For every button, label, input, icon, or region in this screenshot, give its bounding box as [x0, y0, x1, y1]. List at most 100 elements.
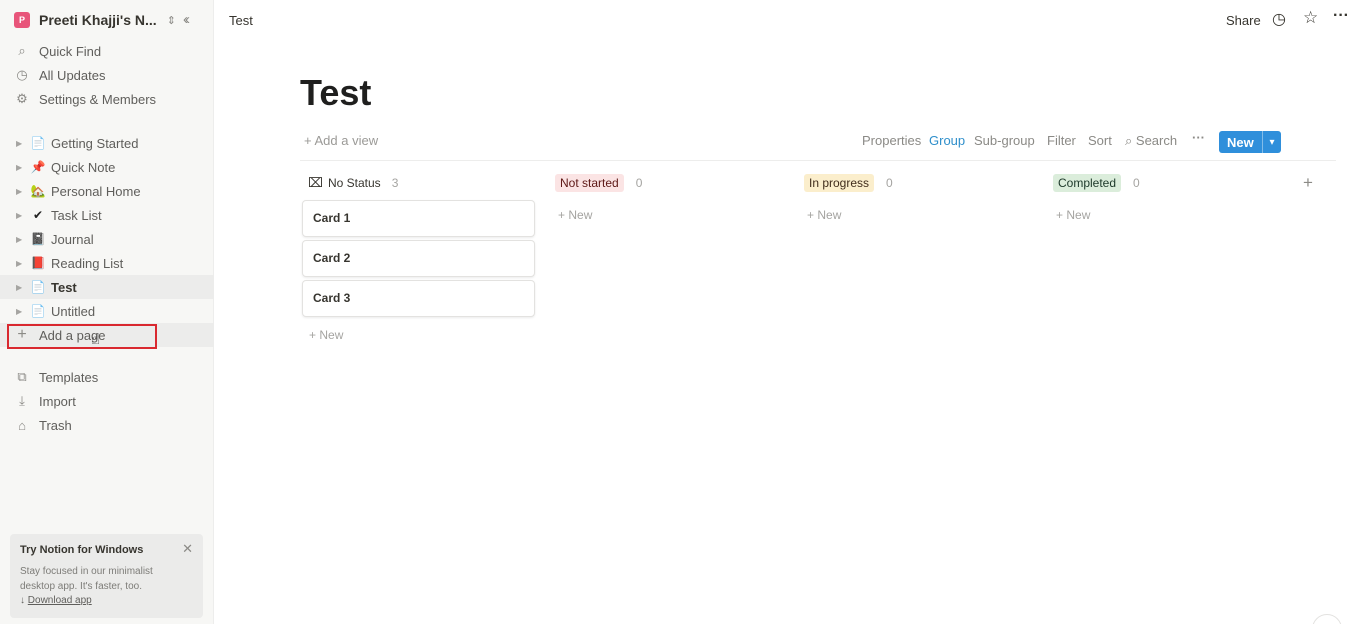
column-header-not-started[interactable]: Not started 0	[555, 174, 642, 192]
expand-triangle-icon[interactable]: ▶	[16, 259, 26, 268]
sidebar-item-settings[interactable]: ⚙ Settings & Members	[0, 87, 214, 111]
hand-cursor-icon: ☝	[91, 331, 101, 348]
status-badge: Completed	[1053, 174, 1122, 192]
expand-triangle-icon[interactable]: ▶	[16, 211, 26, 220]
sidebar-page-quick-note[interactable]: ▶ 📌 Quick Note	[0, 155, 214, 179]
share-button[interactable]: Share	[1226, 13, 1261, 28]
breadcrumb[interactable]: Test	[229, 13, 253, 28]
new-card-button-no-status[interactable]: + New	[309, 328, 343, 342]
pushpin-icon: 📌	[30, 160, 46, 174]
new-card-button-not-started[interactable]: + New	[558, 208, 592, 222]
collapse-sidebar-icon[interactable]: ‹‹	[183, 11, 190, 28]
arrow-down-icon: ↓	[20, 595, 25, 606]
sidebar-page-label: Reading List	[51, 255, 124, 271]
workspace-name: Preeti Khajji's N...	[39, 12, 157, 28]
page-title[interactable]: Test	[300, 72, 371, 114]
sidebar-item-trash[interactable]: ⌂ Trash	[0, 413, 214, 437]
column-header-no-status[interactable]: ⌧ No Status 3	[308, 174, 398, 192]
column-count: 0	[635, 176, 643, 190]
sidebar-page-label: Test	[51, 279, 77, 295]
plus-icon: +	[309, 328, 317, 342]
highlight-box	[7, 324, 157, 349]
column-label: No Status	[327, 176, 381, 190]
status-badge: In progress	[804, 174, 875, 192]
expand-triangle-icon[interactable]: ▶	[16, 283, 26, 292]
new-card-label: New	[568, 208, 593, 222]
group-button[interactable]: Group	[929, 133, 965, 148]
new-card-button-in-progress[interactable]: + New	[807, 208, 841, 222]
add-view-button[interactable]: + Add a view	[304, 133, 378, 148]
notebook-icon: 📓	[30, 232, 46, 246]
more-options-icon[interactable]: ···	[1333, 7, 1349, 25]
toolbar-divider	[300, 160, 1336, 161]
expand-triangle-icon[interactable]: ▶	[16, 307, 26, 316]
sidebar-item-label: Import	[39, 393, 76, 409]
plus-icon: +	[807, 208, 815, 222]
new-card-label: New	[319, 328, 344, 342]
sidebar-page-untitled[interactable]: ▶ 📄 Untitled	[0, 299, 214, 323]
sidebar-page-label: Getting Started	[51, 135, 139, 151]
more-options-icon[interactable]: ···	[1192, 130, 1205, 145]
plus-icon: +	[1056, 208, 1064, 222]
chevron-down-icon[interactable]: ▾	[1263, 137, 1281, 148]
download-app-link[interactable]: ↓ Download app	[20, 595, 193, 606]
sidebar-page-label: Untitled	[51, 303, 96, 319]
search-button[interactable]: ⌕ Search	[1125, 133, 1177, 149]
workspace-logo: P	[14, 12, 30, 28]
sidebar-page-journal[interactable]: ▶ 📓 Journal	[0, 227, 214, 251]
clock-icon: ◷	[16, 67, 28, 82]
sidebar-item-all-updates[interactable]: ◷ All Updates	[0, 63, 214, 87]
sidebar-page-label: Task List	[51, 207, 102, 223]
search-label: Search	[1135, 133, 1178, 148]
checkmark-icon: ✔	[32, 208, 44, 222]
new-button[interactable]: New ▾	[1219, 131, 1281, 153]
column-header-in-progress[interactable]: In progress 0	[804, 174, 893, 192]
properties-button[interactable]: Properties	[862, 133, 921, 148]
subgroup-button[interactable]: Sub-group	[974, 133, 1035, 148]
close-icon[interactable]: ✕	[182, 541, 193, 557]
sort-button[interactable]: Sort	[1088, 133, 1112, 148]
expand-triangle-icon[interactable]: ▶	[16, 187, 26, 196]
expand-triangle-icon[interactable]: ▶	[16, 163, 26, 172]
expand-triangle-icon[interactable]: ▶	[16, 235, 26, 244]
sidebar-item-quick-find[interactable]: ⌕ Quick Find	[0, 39, 214, 63]
star-icon[interactable]: ☆	[1303, 8, 1318, 28]
sidebar-item-label: Quick Find	[39, 43, 102, 59]
workspace-switcher[interactable]: P Preeti Khajji's N... ⇕	[0, 0, 214, 40]
sidebar: P Preeti Khajji's N... ⇕ ‹‹ ⌕ Quick Find…	[0, 0, 214, 624]
column-count: 0	[886, 176, 893, 190]
help-button[interactable]	[1312, 614, 1342, 624]
expand-triangle-icon[interactable]: ▶	[16, 139, 26, 148]
add-group-icon[interactable]: +	[1303, 173, 1313, 193]
new-button-label: New	[1227, 134, 1254, 150]
promo-text: Stay focused in our minimalist desktop a…	[20, 566, 153, 592]
sidebar-page-getting-started[interactable]: ▶ 📄 Getting Started	[0, 131, 214, 155]
new-card-label: New	[1066, 208, 1091, 222]
new-card-label: New	[817, 208, 842, 222]
history-clock-icon[interactable]: ◷	[1272, 9, 1286, 29]
sidebar-page-task-list[interactable]: ▶ ✔ Task List	[0, 203, 214, 227]
plus-icon: +	[558, 208, 566, 222]
chevron-updown-icon[interactable]: ⇕	[167, 14, 176, 27]
red-book-icon: 📕	[30, 256, 46, 270]
sidebar-page-reading-list[interactable]: ▶ 📕 Reading List	[0, 251, 214, 275]
filter-button[interactable]: Filter	[1047, 133, 1076, 148]
board-card[interactable]: Card 1	[302, 200, 535, 237]
new-card-button-completed[interactable]: + New	[1056, 208, 1090, 222]
plus-icon: +	[304, 133, 312, 148]
promo-title: Try Notion for Windows	[20, 544, 144, 556]
column-header-completed[interactable]: Completed 0	[1053, 174, 1140, 192]
sidebar-page-test[interactable]: ▶ 📄 Test	[0, 275, 214, 299]
sidebar-item-import[interactable]: ⤓ Import	[0, 389, 214, 413]
sidebar-page-personal-home[interactable]: ▶ 🏡 Personal Home	[0, 179, 214, 203]
sidebar-item-label: All Updates	[39, 67, 106, 83]
desktop-app-promo: Try Notion for Windows ✕ Stay focused in…	[10, 534, 203, 618]
page-icon: 📄	[30, 304, 46, 318]
board-card[interactable]: Card 2	[302, 240, 535, 277]
search-icon: ⌕	[18, 43, 26, 58]
sidebar-item-templates[interactable]: ⧉ Templates	[0, 365, 214, 389]
board-card[interactable]: Card 3	[302, 280, 535, 317]
download-app-label: Download app	[27, 595, 92, 606]
inbox-icon: ⌧	[308, 175, 323, 190]
status-badge: Not started	[555, 174, 624, 192]
